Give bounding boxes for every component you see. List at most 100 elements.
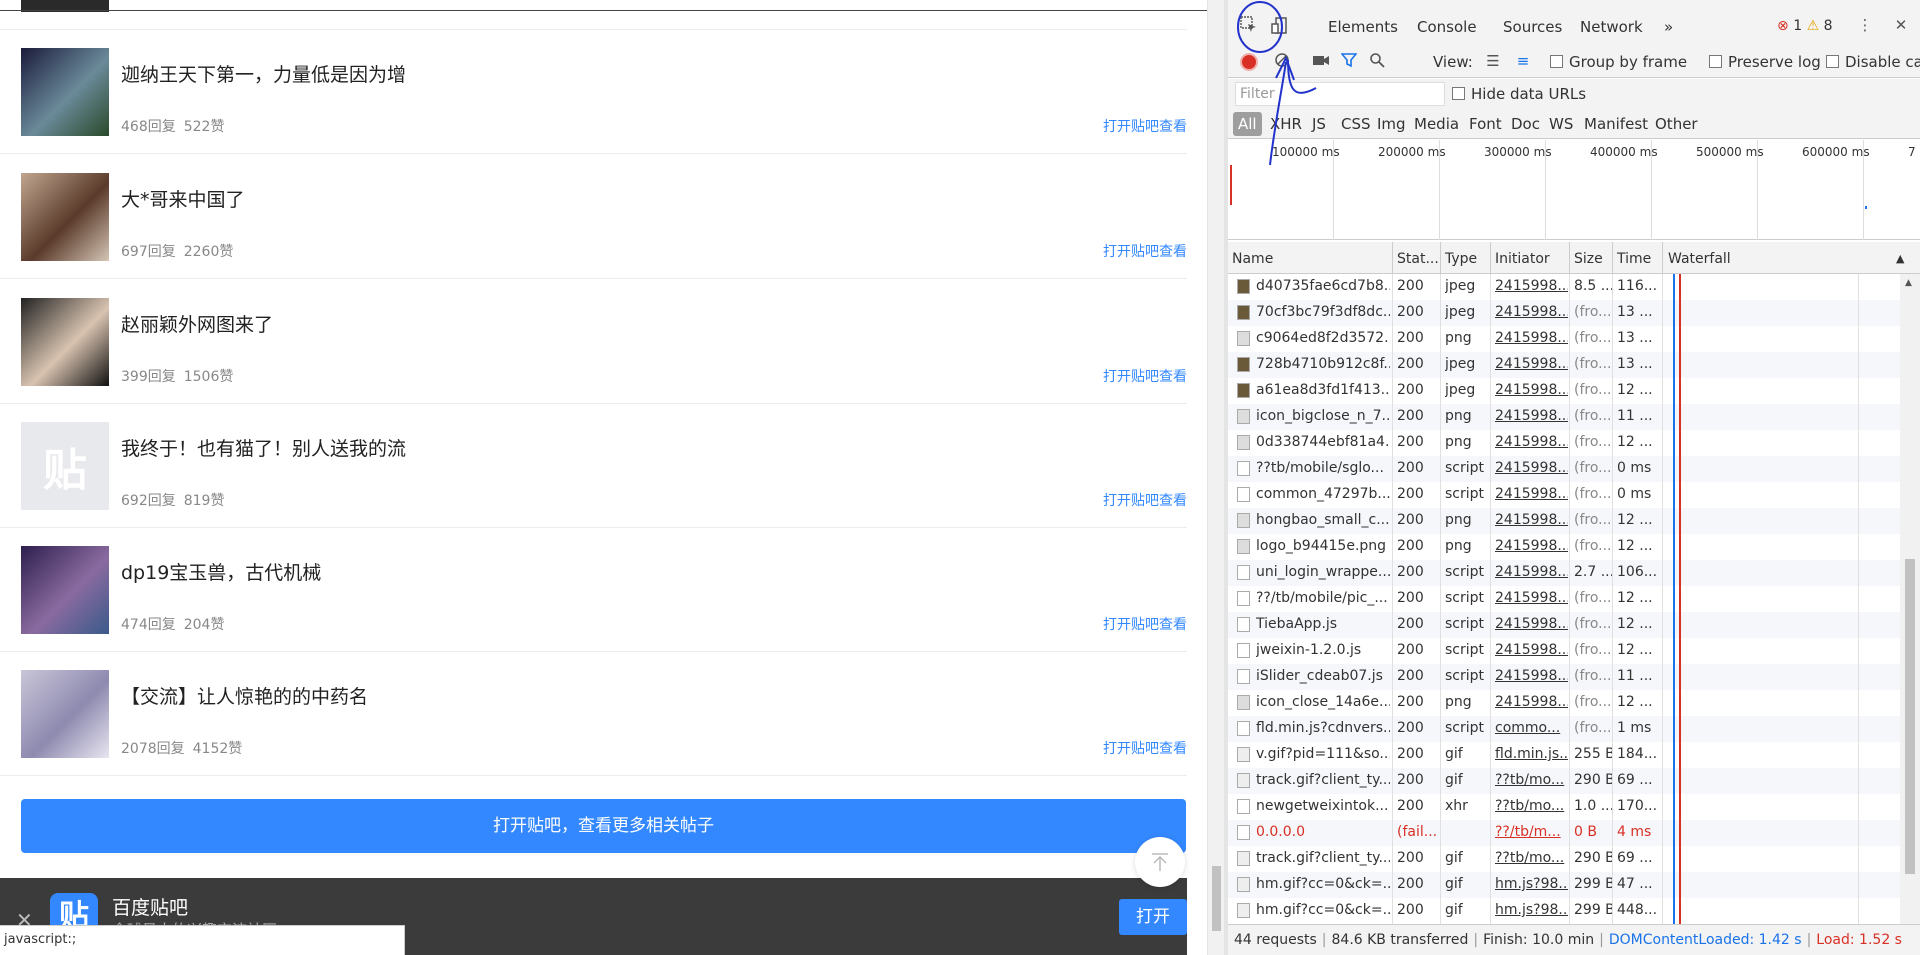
clear-icon[interactable]	[1271, 52, 1293, 74]
request-row[interactable]: d40735fae6cd7b8... 200 jpeg 2415998... 8.5 .…	[1228, 274, 1900, 300]
open-tieba-more-button[interactable]: 打开贴吧，查看更多相关帖子	[21, 799, 1186, 853]
network-overview-timeline[interactable]: 100000 ms 200000 ms 300000 ms 400000 ms …	[1228, 140, 1920, 240]
close-devtools-icon[interactable]: ✕	[1890, 16, 1912, 38]
post-title[interactable]: 【交流】让人惊艳的的中药名	[121, 682, 368, 709]
type-filter-img[interactable]: Img	[1377, 115, 1406, 133]
request-initiator[interactable]: commo...	[1495, 720, 1568, 736]
open-in-tieba-link[interactable]: 打开贴吧查看	[1103, 241, 1187, 261]
post-thumbnail[interactable]	[21, 546, 109, 634]
tab-console[interactable]: Console	[1417, 18, 1477, 36]
requests-scrollbar[interactable]: ▲	[1900, 274, 1920, 924]
post-thumbnail[interactable]	[21, 298, 109, 386]
type-filter-css[interactable]: CSS	[1341, 115, 1371, 133]
request-initiator[interactable]: 2415998...	[1495, 512, 1568, 528]
request-row[interactable]: uni_login_wrappe... 200 script 2415998... 2.…	[1228, 560, 1900, 586]
post-item[interactable]: dp19宝玉兽，古代机械 474回复 204赞 打开贴吧查看	[0, 528, 1187, 652]
type-filter-media[interactable]: Media	[1414, 115, 1459, 133]
banner-open-app-button[interactable]: 打开	[1119, 899, 1187, 935]
request-row[interactable]: jweixin-1.2.0.js 200 script 2415998... (fro.…	[1228, 638, 1900, 664]
request-initiator[interactable]: ??/tb/m...	[1495, 824, 1568, 840]
column-separator[interactable]	[1392, 242, 1393, 274]
request-row[interactable]: track.gif?client_ty... 200 gif ??tb/mo... 29…	[1228, 768, 1900, 794]
open-in-tieba-link[interactable]: 打开贴吧查看	[1103, 490, 1187, 510]
type-filter-other[interactable]: Other	[1655, 115, 1698, 133]
scroll-to-top-button[interactable]	[1135, 837, 1185, 887]
request-initiator[interactable]: 2415998...	[1495, 304, 1568, 320]
large-rows-icon[interactable]: ☰	[1482, 52, 1504, 74]
kebab-menu-icon[interactable]: ⋮	[1854, 16, 1876, 38]
filter-funnel-icon[interactable]	[1338, 52, 1360, 74]
preserve-log-checkbox[interactable]: Preserve log	[1709, 53, 1821, 71]
post-title[interactable]: dp19宝玉兽，古代机械	[121, 558, 321, 585]
requests-scrollbar-thumb[interactable]	[1905, 559, 1915, 874]
tab-network[interactable]: Network	[1580, 18, 1643, 36]
request-initiator[interactable]: ??tb/mo...	[1495, 772, 1568, 788]
group-by-frame-checkbox[interactable]: Group by frame	[1550, 53, 1687, 71]
open-in-tieba-link[interactable]: 打开贴吧查看	[1103, 614, 1187, 634]
request-row[interactable]: 0.0.0.0 (fail... ??/tb/m... 0 B 4 ms	[1228, 820, 1900, 846]
request-row[interactable]: fld.min.js?cdnvers... 200 script commo... (f…	[1228, 716, 1900, 742]
inspect-element-icon[interactable]	[1238, 16, 1260, 38]
request-row[interactable]: ??tb/mobile/sglo... 200 script 2415998... (f…	[1228, 456, 1900, 482]
request-row[interactable]: ??/tb/mobile/pic_... 200 script 2415998... (…	[1228, 586, 1900, 612]
request-row[interactable]: hm.gif?cc=0&ck=... 200 gif hm.js?98... 299 B…	[1228, 872, 1900, 898]
disable-cache-checkbox[interactable]: Disable cac	[1826, 53, 1920, 71]
request-row[interactable]: icon_bigclose_n_7... 200 png 2415998... (fro…	[1228, 404, 1900, 430]
request-initiator[interactable]: 2415998...	[1495, 408, 1568, 424]
type-filter-font[interactable]: Font	[1469, 115, 1502, 133]
column-separator[interactable]	[1569, 242, 1570, 274]
request-row[interactable]: logo_b94415e.png 200 png 2415998... (fro... 1…	[1228, 534, 1900, 560]
type-filter-js[interactable]: JS	[1312, 115, 1326, 133]
request-row[interactable]: TiebaApp.js 200 script 2415998... (fro... 12 …	[1228, 612, 1900, 638]
request-row[interactable]: 728b4710b912c8f... 200 jpeg 2415998... (fro.…	[1228, 352, 1900, 378]
type-filter-ws[interactable]: WS	[1549, 115, 1573, 133]
request-initiator[interactable]: 2415998...	[1495, 616, 1568, 632]
search-icon[interactable]	[1366, 52, 1388, 74]
request-initiator[interactable]: 2415998...	[1495, 694, 1568, 710]
column-separator[interactable]	[1612, 242, 1613, 274]
request-initiator[interactable]: 2415998...	[1495, 278, 1568, 294]
request-row[interactable]: 0d338744ebf81a4... 200 png 2415998... (fro..…	[1228, 430, 1900, 456]
request-row[interactable]: c9064ed8f2d3572... 200 png 2415998... (fro..…	[1228, 326, 1900, 352]
scroll-up-icon[interactable]: ▲	[1905, 278, 1912, 288]
tab-sources[interactable]: Sources	[1503, 18, 1562, 36]
waterfall-view-icon[interactable]: ≡	[1512, 52, 1534, 74]
page-scrollbar[interactable]	[1207, 0, 1224, 955]
post-item[interactable]: 迦纳王天下第一，力量低是因为增 468回复 522赞 打开贴吧查看	[0, 30, 1187, 154]
request-initiator[interactable]: hm.js?98...	[1495, 902, 1568, 918]
request-row[interactable]: 70cf3bc79f3df8dc... 200 jpeg 2415998... (fro…	[1228, 300, 1900, 326]
request-initiator[interactable]: hm.js?98...	[1495, 876, 1568, 892]
type-filter-all[interactable]: All	[1233, 112, 1262, 136]
request-initiator[interactable]: 2415998...	[1495, 590, 1568, 606]
record-icon[interactable]	[1240, 53, 1258, 71]
post-title[interactable]: 赵丽颖外网图来了	[121, 310, 273, 337]
post-title[interactable]: 大*哥来中国了	[121, 185, 245, 212]
tab-more-chevron-icon[interactable]: »	[1664, 18, 1673, 36]
column-status[interactable]: Stat...	[1397, 251, 1439, 267]
post-item[interactable]: 【交流】让人惊艳的的中药名 2078回复 4152赞 打开贴吧查看	[0, 652, 1187, 776]
column-separator[interactable]	[1440, 242, 1441, 274]
request-initiator[interactable]: 2415998...	[1495, 642, 1568, 658]
column-separator[interactable]	[1490, 242, 1491, 274]
open-in-tieba-link[interactable]: 打开贴吧查看	[1103, 366, 1187, 386]
post-title[interactable]: 迦纳王天下第一，力量低是因为增	[121, 60, 406, 87]
request-initiator[interactable]: fld.min.js...	[1495, 746, 1568, 762]
filter-input[interactable]: Filter	[1235, 82, 1445, 106]
column-initiator[interactable]: Initiator	[1495, 251, 1550, 267]
request-row[interactable]: v.gif?pid=111&so... 200 gif fld.min.js... 25…	[1228, 742, 1900, 768]
request-initiator[interactable]: 2415998...	[1495, 486, 1568, 502]
error-warning-counter[interactable]: ⊗ 1 ⚠ 8	[1777, 18, 1833, 34]
type-filter-xhr[interactable]: XHR	[1270, 115, 1302, 133]
tab-elements[interactable]: Elements	[1328, 18, 1398, 36]
device-toolbar-icon[interactable]	[1268, 16, 1290, 38]
request-row[interactable]: track.gif?client_ty... 200 gif ??tb/mo... 29…	[1228, 846, 1900, 872]
page-scrollbar-thumb[interactable]	[1212, 866, 1221, 931]
type-filter-doc[interactable]: Doc	[1511, 115, 1540, 133]
screenshot-camera-icon[interactable]	[1310, 52, 1332, 74]
post-thumbnail[interactable]	[21, 173, 109, 261]
request-initiator[interactable]: ??tb/mo...	[1495, 850, 1568, 866]
sort-ascending-icon[interactable]: ▲	[1896, 252, 1904, 265]
column-waterfall[interactable]: Waterfall	[1668, 251, 1731, 267]
request-row[interactable]: hongbao_small_c... 200 png 2415998... (fro..…	[1228, 508, 1900, 534]
request-initiator[interactable]: ??tb/mo...	[1495, 798, 1568, 814]
